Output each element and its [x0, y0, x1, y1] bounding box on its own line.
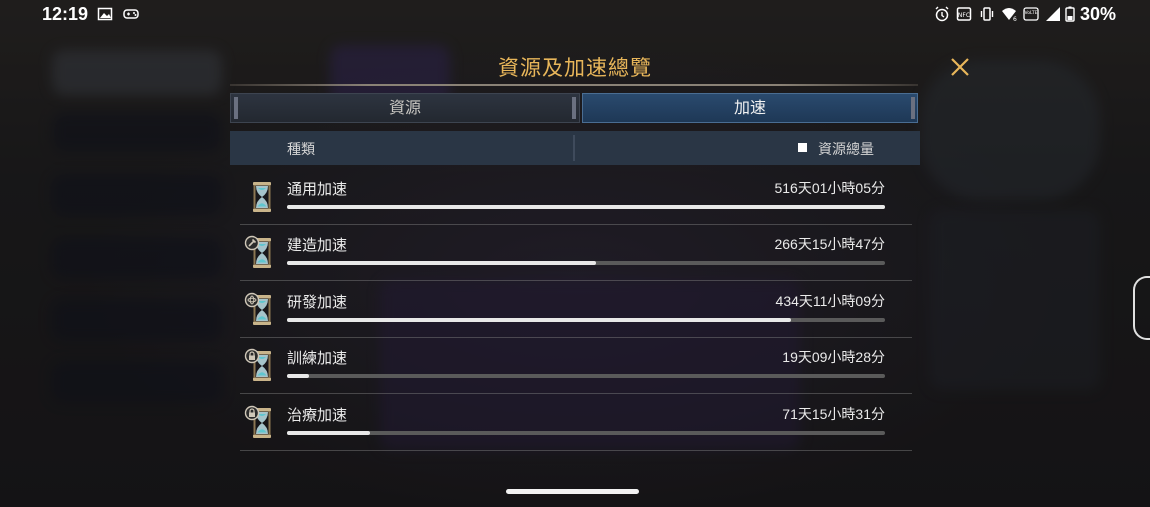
svg-text:6: 6: [1013, 16, 1017, 22]
overview-dialog: 資源及加速總覽 資源 加速 種類 資源總量 通用加速 516天01小時05分建造加…: [230, 40, 969, 460]
speedup-name: 訓練加速: [287, 349, 348, 368]
hourglass-icon: [244, 348, 271, 382]
speedup-row: 建造加速 266天15小時47分: [240, 224, 912, 282]
tab-resources-label: 資源: [388, 98, 421, 117]
speedup-row: 訓練加速 19天09小時28分: [240, 337, 912, 395]
battery-icon: [1065, 6, 1075, 22]
speedup-row: 研發加速 434天11小時09分: [240, 281, 912, 338]
wifi-icon: 6: [1002, 8, 1017, 22]
hourglass-icon: [244, 236, 271, 269]
progress-track: [287, 374, 885, 379]
alarm-icon: [935, 6, 949, 22]
hourglass-icon: [244, 292, 271, 325]
speedup-total: 434天11小時09分: [775, 292, 885, 309]
progress-track: [287, 261, 885, 266]
progress-fill: [287, 205, 885, 209]
volte-icon: VoLTE: [1023, 7, 1039, 21]
tab-bar: 資源 加速: [230, 93, 920, 123]
speedup-total: 19天09小時28分: [782, 349, 885, 366]
svg-text:NFC: NFC: [958, 12, 970, 19]
tab-edge: [572, 97, 576, 119]
title-divider: [230, 84, 918, 86]
close-icon[interactable]: [948, 55, 972, 79]
speedup-name: 通用加速: [287, 180, 348, 198]
column-type: 種類: [287, 142, 315, 158]
progress-fill: [287, 430, 371, 435]
progress-fill: [287, 261, 597, 266]
svg-text:VoLTE: VoLTE: [1025, 10, 1038, 16]
hourglass-icon: [253, 182, 271, 212]
tab-speedups[interactable]: 加速: [582, 93, 918, 123]
status-time: 12:19: [42, 4, 89, 24]
speedup-row: 通用加速 516天01小時05分: [240, 168, 912, 225]
speedup-name: 治療加速: [287, 405, 348, 424]
speedup-name: 研發加速: [287, 292, 348, 311]
home-indicator[interactable]: [506, 489, 639, 494]
tab-resources[interactable]: 資源: [230, 93, 580, 123]
status-bar: 12:19 NFC 6 VoLTE 30%: [0, 0, 1150, 30]
vibrate-icon: [980, 7, 994, 21]
progress-fill: [287, 374, 310, 379]
signal-icon: [1046, 7, 1060, 21]
column-divider: [573, 135, 575, 161]
progress-track: [287, 430, 885, 435]
battery-percent: 30%: [1080, 4, 1117, 24]
speedup-total: 516天01小時05分: [774, 180, 885, 196]
tab-edge: [911, 97, 915, 119]
progress-fill: [287, 317, 792, 322]
speedup-row: 治療加速 71天15小時31分: [240, 394, 912, 451]
nfc-icon: NFC: [956, 7, 972, 21]
tab-edge: [234, 97, 238, 119]
speedup-total: 266天15小時47分: [774, 236, 885, 253]
legend-square-icon: [798, 143, 807, 152]
column-total: 資源總量: [818, 142, 874, 158]
table-header: 種類 資源總量: [230, 131, 920, 165]
tab-speedups-label: 加速: [733, 98, 766, 117]
progress-track: [287, 205, 885, 209]
progress-track: [287, 317, 885, 322]
gamepad-icon: [123, 9, 139, 19]
dialog-title: 資源及加速總覽: [498, 56, 652, 80]
speedup-total: 71天15小時31分: [782, 405, 885, 422]
hourglass-icon: [244, 405, 271, 438]
speedup-name: 建造加速: [287, 236, 348, 255]
image-icon: [97, 7, 113, 21]
side-panel-handle[interactable]: [1133, 276, 1150, 340]
